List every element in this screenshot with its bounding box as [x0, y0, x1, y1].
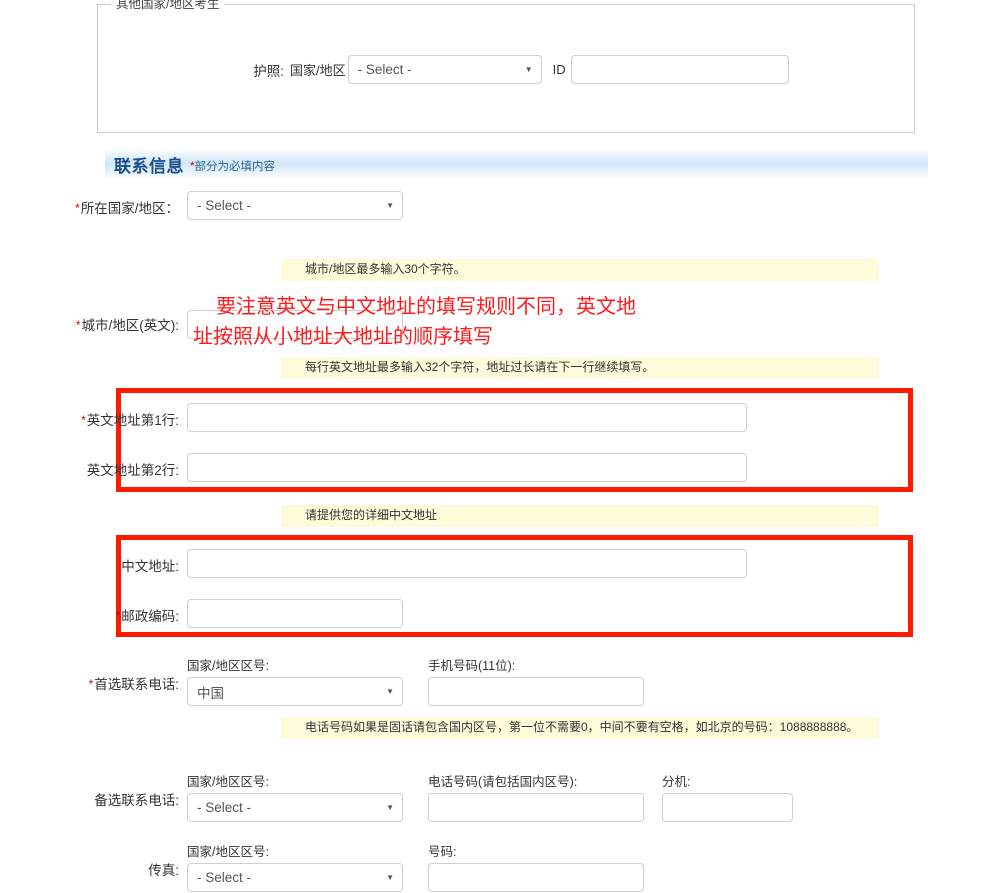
row-address-en-2: 英文地址第2行:	[22, 453, 747, 482]
row-postcode: *邮政编码:	[22, 599, 403, 628]
address-en-2-input[interactable]	[187, 453, 747, 482]
alt-phone-country-value: - Select -	[197, 800, 252, 815]
address-en-1-label-text: 英文地址第1行:	[86, 413, 179, 428]
hint-city: 城市/地区最多输入30个字符。	[281, 259, 879, 281]
alt-phone-group: 国家/地区区号: - Select - ▼ 电话号码(请包括国内区号): 分机:	[187, 771, 793, 822]
passport-fieldset-legend: 其他国家/地区考生	[111, 0, 225, 12]
fax-country-value: - Select -	[197, 870, 252, 885]
passport-country-select[interactable]: - Select - ▼	[347, 55, 542, 84]
chevron-down-icon: ▼	[386, 200, 394, 210]
country-select[interactable]: - Select - ▼	[187, 191, 403, 220]
primary-phone-label-text: 首选联系电话:	[94, 677, 179, 692]
hint-address-cn: 请提供您的详细中文地址	[281, 505, 879, 527]
chevron-down-icon: ▼	[386, 802, 394, 812]
contact-section-note-text: 部分为必填内容	[194, 161, 275, 173]
alt-phone-number-col: 电话号码(请包括国内区号):	[428, 771, 644, 822]
required-star: *	[75, 201, 80, 215]
primary-phone-number-col: 手机号码(11位):	[428, 655, 644, 706]
row-alt-phone: 备选联系电话: 国家/地区区号: - Select - ▼ 电话号码(请包括国内…	[22, 771, 793, 822]
primary-phone-number-input[interactable]	[428, 677, 644, 706]
fax-number-caption: 号码:	[428, 845, 457, 859]
required-star: *	[81, 413, 86, 427]
address-en-1-label: *英文地址第1行:	[22, 403, 187, 429]
row-address-en-1: *英文地址第1行:	[22, 403, 747, 432]
passport-country-label: 国家/地区	[290, 63, 346, 78]
fax-label: 传真:	[148, 863, 179, 878]
alt-phone-ext-col: 分机:	[662, 771, 793, 822]
required-star: *	[88, 677, 94, 691]
page-title: 联系信息	[114, 156, 184, 176]
passport-id-label: ID	[552, 62, 566, 77]
contact-section-note: *部分为必填内容	[190, 154, 275, 174]
required-star: *	[75, 318, 81, 332]
alt-phone-country-caption: 国家/地区区号:	[187, 775, 269, 789]
fax-country-col: 国家/地区区号: - Select - ▼	[187, 841, 403, 892]
hint-address-en: 每行英文地址最多输入32个字符，地址过长请在下一行继续填写。	[281, 357, 879, 379]
contact-section-header: 联系信息 *部分为必填内容	[105, 148, 928, 180]
primary-phone-country-caption: 国家/地区区号:	[187, 659, 269, 673]
address-cn-input[interactable]	[187, 549, 747, 578]
postcode-input[interactable]	[187, 599, 403, 628]
city-en-label-text: 城市/地区(英文):	[81, 318, 180, 333]
row-address-cn: 中文地址:	[22, 549, 747, 578]
address-en-2-label: 英文地址第2行:	[86, 463, 179, 478]
alt-phone-label: 备选联系电话:	[94, 793, 179, 808]
chevron-down-icon: ▼	[386, 686, 394, 696]
row-country: *所在国家/地区： - Select - ▼	[22, 191, 403, 220]
passport-id-input[interactable]	[570, 55, 789, 84]
chevron-down-icon: ▼	[386, 872, 394, 882]
fax-group: 国家/地区区号: - Select - ▼ 号码:	[187, 841, 644, 892]
fax-country-select[interactable]: - Select - ▼	[187, 863, 403, 892]
fax-number-input[interactable]	[428, 863, 644, 892]
address-cn-label: 中文地址:	[121, 559, 179, 574]
chevron-down-icon: ▼	[524, 64, 533, 74]
country-select-value: - Select -	[197, 198, 252, 213]
alt-phone-ext-input[interactable]	[662, 793, 793, 822]
primary-phone-number-caption: 手机号码(11位):	[428, 659, 516, 673]
alt-phone-ext-caption: 分机:	[662, 775, 691, 789]
passport-row: 护照: 国家/地区 - Select - ▼ ID	[98, 55, 914, 84]
passport-fieldset: 其他国家/地区考生 护照: 国家/地区 - Select - ▼ ID	[97, 0, 915, 133]
required-star: *	[115, 609, 121, 623]
country-label-text: 所在国家/地区：	[80, 201, 179, 216]
alt-phone-number-input[interactable]	[428, 793, 644, 822]
country-label: *所在国家/地区：	[22, 191, 187, 217]
primary-phone-country-col: 国家/地区区号: 中国 ▼	[187, 655, 403, 706]
hint-phone: 电话号码如果是固话请包含国内区号，第一位不需要0，中间不要有空格，如北京的号码：…	[281, 717, 879, 739]
city-en-label: *城市/地区(英文):	[22, 310, 187, 334]
passport-country-select-value: - Select -	[357, 62, 412, 77]
alt-phone-country-col: 国家/地区区号: - Select - ▼	[187, 771, 403, 822]
primary-phone-label: *首选联系电话:	[22, 655, 187, 693]
fax-country-caption: 国家/地区区号:	[187, 845, 269, 859]
primary-phone-country-value: 中国	[197, 685, 224, 701]
primary-phone-country-select[interactable]: 中国 ▼	[187, 677, 403, 706]
passport-label: 护照:	[253, 63, 284, 79]
primary-phone-group: 国家/地区区号: 中国 ▼ 手机号码(11位):	[187, 655, 644, 706]
city-en-input[interactable]	[187, 310, 403, 339]
address-en-1-input[interactable]	[187, 403, 747, 432]
row-primary-phone: *首选联系电话: 国家/地区区号: 中国 ▼ 手机号码(11位):	[22, 655, 644, 706]
fax-number-col: 号码:	[428, 841, 644, 892]
row-city-en: *城市/地区(英文):	[22, 310, 403, 339]
alt-phone-country-select[interactable]: - Select - ▼	[187, 793, 403, 822]
postcode-label-text: 邮政编码:	[121, 609, 179, 624]
alt-phone-number-caption: 电话号码(请包括国内区号):	[428, 775, 578, 789]
postcode-label: *邮政编码:	[22, 599, 187, 625]
row-fax: 传真: 国家/地区区号: - Select - ▼ 号码:	[22, 841, 644, 892]
